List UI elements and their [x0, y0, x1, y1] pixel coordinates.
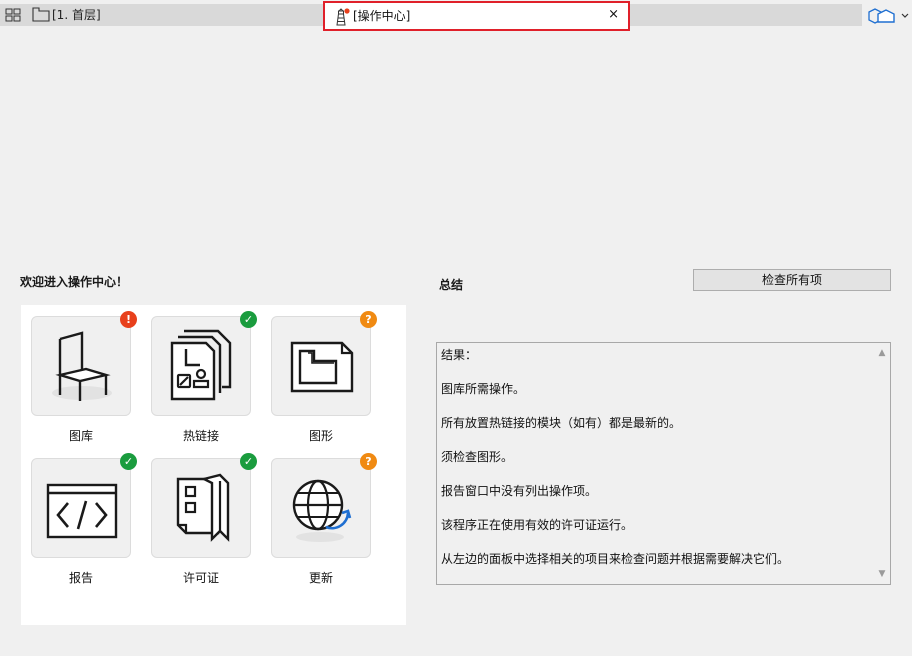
- scroll-down-icon[interactable]: ▼: [874, 567, 890, 581]
- hotlink-icon: [170, 329, 232, 401]
- tab-floor-plan[interactable]: [1. 首层]: [52, 8, 101, 22]
- license-icon: [176, 473, 230, 542]
- tile-license[interactable]: ✓ 许可证: [151, 453, 257, 588]
- tile-library-label: 图库: [68, 429, 93, 443]
- 3d-view-icon[interactable]: [864, 6, 910, 26]
- results-line: 所有放置热链接的模块（如有）都是最新的。: [441, 416, 682, 430]
- tile-card: [31, 316, 131, 416]
- tile-card: [271, 316, 371, 416]
- status-ok-badge: ✓: [120, 453, 137, 470]
- tile-library[interactable]: ! 图库: [31, 311, 137, 446]
- grid-view-icon[interactable]: [5, 8, 21, 22]
- tile-card: [31, 458, 131, 558]
- tile-card: [151, 458, 251, 558]
- status-ok-badge: ✓: [240, 453, 257, 470]
- tile-hotlink[interactable]: ✓ 热链接: [151, 311, 257, 446]
- results-line: 该程序正在使用有效的许可证运行。: [441, 518, 634, 532]
- welcome-heading: 欢迎进入操作中心！: [20, 275, 129, 289]
- floor-plan-icon[interactable]: [32, 6, 50, 22]
- tile-update[interactable]: ? 更新: [271, 453, 377, 588]
- tile-license-label: 许可证: [182, 571, 219, 585]
- tile-hotlink-label: 热链接: [182, 429, 219, 443]
- status-unknown-badge: ?: [360, 453, 377, 470]
- results-line: 图库所需操作。: [441, 382, 526, 396]
- check-all-button[interactable]: 检查所有项: [693, 269, 891, 291]
- tile-card: [151, 316, 251, 416]
- status-unknown-badge: ?: [360, 311, 377, 328]
- tab-action-center-label: [操作中心]: [353, 9, 411, 23]
- lighthouse-icon: [336, 8, 350, 26]
- scroll-up-icon[interactable]: ▲: [874, 346, 890, 360]
- results-box[interactable]: 结果： 图库所需操作。 所有放置热链接的模块（如有）都是最新的。 须检查图形。 …: [436, 342, 891, 585]
- summary-title: 总结: [439, 278, 464, 292]
- tile-update-label: 更新: [308, 571, 333, 585]
- code-icon: [46, 483, 118, 539]
- tile-drawings[interactable]: ? 图形: [271, 311, 377, 446]
- tile-report[interactable]: ✓ 报告: [31, 453, 137, 588]
- close-icon[interactable]: ×: [608, 7, 619, 23]
- results-list: 结果： 图库所需操作。 所有放置热链接的模块（如有）都是最新的。 须检查图形。 …: [441, 348, 866, 586]
- results-line: 结果：: [441, 348, 478, 362]
- drawing-icon: [290, 341, 354, 393]
- tab-action-center[interactable]: [操作中心] ×: [323, 1, 630, 31]
- status-error-badge: !: [120, 311, 137, 328]
- modules-panel: ! 图库 ✓ 热链接 ? 图形 ✓ 报告 ✓ 许可证 ? 更新: [21, 305, 406, 625]
- results-line: 从左边的面板中选择相关的项目来检查问题并根据需要解决它们。: [441, 552, 790, 566]
- scrollbar[interactable]: ▲ ▼: [874, 343, 890, 584]
- globe-update-icon: [292, 479, 352, 542]
- results-line: 报告窗口中没有列出操作项。: [441, 484, 598, 498]
- status-ok-badge: ✓: [240, 311, 257, 328]
- tab-bar: [1. 首层] [操作中心] ×: [0, 0, 912, 31]
- tile-drawings-label: 图形: [308, 429, 333, 443]
- results-line: 须检查图形。: [441, 450, 514, 464]
- chair-icon: [52, 331, 112, 401]
- tile-card: [271, 458, 371, 558]
- tile-report-label: 报告: [68, 571, 93, 585]
